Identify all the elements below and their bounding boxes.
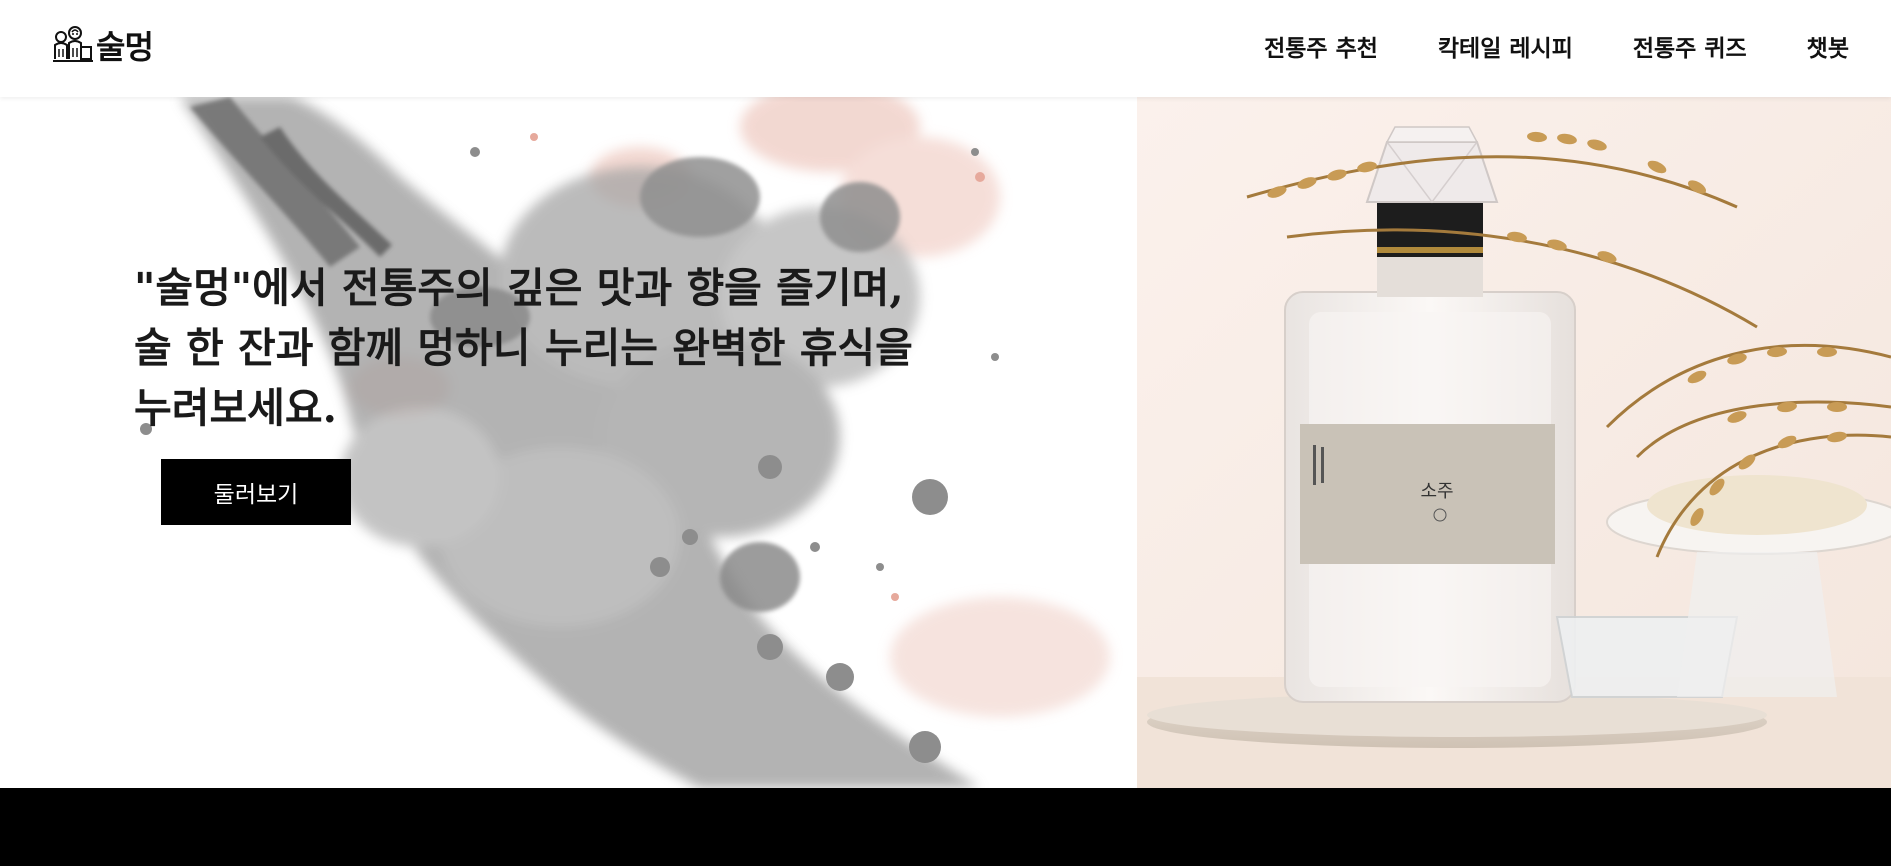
product-photo: 소주 xyxy=(1137,97,1891,788)
hero-headline-line-3: 누려보세요. xyxy=(134,384,337,432)
hero-section: 소주 "술멍"에서 전통주의 깊은 맛과 향을 즐기며, 술 한 잔과 함께 멍… xyxy=(0,97,1891,788)
drinking-people-icon xyxy=(53,26,93,62)
nav-item-quiz[interactable]: 전통주 퀴즈 xyxy=(1633,29,1747,63)
site-header: 술멍 전통주 추천 칵테일 레시피 전통주 퀴즈 챗봇 xyxy=(0,0,1891,97)
main-nav: 전통주 추천 칵테일 레시피 전통주 퀴즈 챗봇 xyxy=(1264,29,1849,63)
nav-item-chatbot[interactable]: 챗봇 xyxy=(1807,29,1849,63)
logo-link[interactable]: 술멍 xyxy=(51,22,154,68)
ink-splash-art xyxy=(140,97,1110,788)
hero-headline-line-2: 술 한 잔과 함께 멍하니 누리는 완벽한 휴식을 xyxy=(134,324,913,372)
nav-item-traditional-liquor[interactable]: 전통주 추천 xyxy=(1264,29,1378,63)
brand-name: 술멍 xyxy=(96,28,154,66)
browse-button[interactable]: 둘러보기 xyxy=(161,459,351,525)
hero-headline-line-1: "술멍"에서 전통주의 깊은 맛과 향을 즐기며, xyxy=(134,264,904,312)
ink-splash-background xyxy=(0,97,1137,788)
footer-bar xyxy=(0,788,1891,866)
svg-text:소주: 소주 xyxy=(1420,481,1453,502)
soju-bottle-image: 소주 xyxy=(1137,97,1891,788)
nav-item-cocktail-recipes[interactable]: 칵테일 레시피 xyxy=(1438,29,1573,63)
hero-headline: "술멍"에서 전통주의 깊은 맛과 향을 즐기며, 술 한 잔과 함께 멍하니 … xyxy=(134,258,1014,438)
